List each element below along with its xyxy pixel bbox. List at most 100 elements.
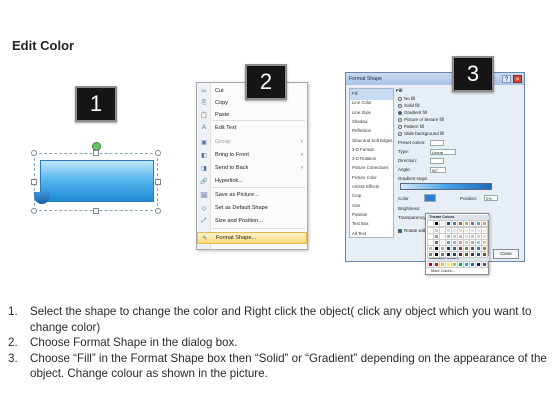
menu-item-11[interactable]: ✎ Format Shape... [197,232,307,244]
theme-color-swatch[interactable] [427,220,434,227]
theme-color-swatch[interactable] [481,251,488,258]
theme-color-swatch[interactable] [433,251,440,258]
theme-color-swatch[interactable] [469,239,476,246]
standard-color-swatch[interactable] [433,261,440,268]
theme-color-swatch[interactable] [439,220,446,227]
resize-handle-ml[interactable] [31,179,37,185]
standard-color-swatch[interactable] [457,261,464,268]
fill-option[interactable]: Picture or texture fill [398,117,444,122]
theme-color-swatch[interactable] [475,220,482,227]
resize-handle-mr[interactable] [155,179,161,185]
theme-color-swatch[interactable] [451,233,458,240]
theme-color-swatch[interactable] [427,251,434,258]
theme-color-swatch[interactable] [451,227,458,234]
standard-color-swatch[interactable] [439,261,446,268]
theme-color-swatch[interactable] [475,251,482,258]
theme-color-swatch[interactable] [433,227,440,234]
menu-item-3[interactable]: A Edit Text [197,122,307,134]
resize-handle-bc[interactable] [93,208,99,214]
theme-color-swatch[interactable] [469,245,476,252]
standard-color-swatch[interactable] [469,261,476,268]
theme-color-swatch[interactable] [463,245,470,252]
theme-color-swatch[interactable] [433,245,440,252]
menu-item-4[interactable]: ▣ Group › [197,136,307,148]
more-colors-link[interactable]: More Colors... [431,269,455,273]
theme-color-swatch[interactable] [469,233,476,240]
theme-color-swatch[interactable] [427,227,434,234]
color-picker-button[interactable] [424,194,436,202]
theme-color-swatch[interactable] [433,239,440,246]
theme-color-swatch[interactable] [445,220,452,227]
standard-color-swatch[interactable] [445,261,452,268]
theme-color-swatch[interactable] [469,220,476,227]
theme-color-swatch[interactable] [457,220,464,227]
theme-color-swatch[interactable] [457,239,464,246]
theme-color-swatch[interactable] [439,233,446,240]
theme-color-swatch[interactable] [481,233,488,240]
menu-item-7[interactable]: 🔗 Hyperlink... [197,175,307,187]
theme-color-swatch[interactable] [475,239,482,246]
standard-color-swatch[interactable] [463,261,470,268]
fill-option[interactable]: Slide background fill [398,131,444,136]
theme-color-swatch[interactable] [451,220,458,227]
theme-color-swatch[interactable] [445,239,452,246]
fill-option[interactable]: Gradient fill [398,110,427,115]
position-input[interactable]: 0% [484,195,498,201]
type-dropdown[interactable]: Linear [430,149,456,155]
menu-item-10[interactable]: ⤢ Size and Position... [197,215,307,227]
theme-color-swatch[interactable] [481,227,488,234]
theme-color-swatch[interactable] [451,251,458,258]
theme-color-swatch[interactable] [445,251,452,258]
theme-color-swatch[interactable] [427,233,434,240]
direction-dropdown[interactable] [430,158,444,164]
theme-color-swatch[interactable] [463,227,470,234]
theme-color-swatch[interactable] [433,220,440,227]
theme-color-swatch[interactable] [445,245,452,252]
standard-color-swatch[interactable] [475,261,482,268]
fill-option[interactable]: Pattern fill [398,124,424,129]
theme-color-swatch[interactable] [463,239,470,246]
theme-color-swatch[interactable] [439,251,446,258]
theme-color-swatch[interactable] [439,227,446,234]
standard-color-swatch[interactable] [481,261,488,268]
theme-color-swatch[interactable] [463,220,470,227]
theme-color-swatch[interactable] [481,239,488,246]
theme-color-swatch[interactable] [451,245,458,252]
resize-handle-tr[interactable] [155,150,161,156]
theme-color-swatch[interactable] [469,251,476,258]
theme-color-swatch[interactable] [457,245,464,252]
blue-ribbon-shape[interactable] [40,160,154,202]
standard-color-swatch[interactable] [427,261,434,268]
theme-color-swatch[interactable] [439,245,446,252]
theme-color-swatch[interactable] [463,251,470,258]
theme-color-swatch[interactable] [481,245,488,252]
menu-item-9[interactable]: ◇ Set as Default Shape [197,202,307,214]
gradient-stops-bar[interactable] [400,183,492,190]
theme-color-swatch[interactable] [427,239,434,246]
theme-color-swatch[interactable] [445,233,452,240]
theme-color-swatch[interactable] [457,233,464,240]
menu-item-6[interactable]: ◨ Send to Back › [197,162,307,174]
preset-dropdown[interactable] [430,140,444,146]
menu-item-5[interactable]: ◧ Bring to Front › [197,149,307,161]
standard-color-swatch[interactable] [451,261,458,268]
category-item[interactable]: Alt Text [350,229,393,240]
theme-color-swatch[interactable] [475,233,482,240]
angle-input[interactable]: 90° [430,167,446,173]
theme-color-swatch[interactable] [445,227,452,234]
theme-color-swatch[interactable] [481,220,488,227]
fill-option[interactable]: No fill [398,96,415,101]
theme-color-swatch[interactable] [469,227,476,234]
menu-item-8[interactable]: 🖼 Save as Picture... [197,189,307,201]
theme-color-swatch[interactable] [439,239,446,246]
resize-handle-br[interactable] [155,208,161,214]
theme-color-swatch[interactable] [451,239,458,246]
resize-handle-bl[interactable] [31,208,37,214]
theme-color-swatch[interactable] [475,227,482,234]
theme-color-swatch[interactable] [475,245,482,252]
fill-option[interactable]: Solid fill [398,103,420,108]
close-icon[interactable]: × [513,75,522,83]
theme-color-swatch[interactable] [457,251,464,258]
theme-color-swatch[interactable] [433,233,440,240]
resize-handle-tl[interactable] [31,150,37,156]
